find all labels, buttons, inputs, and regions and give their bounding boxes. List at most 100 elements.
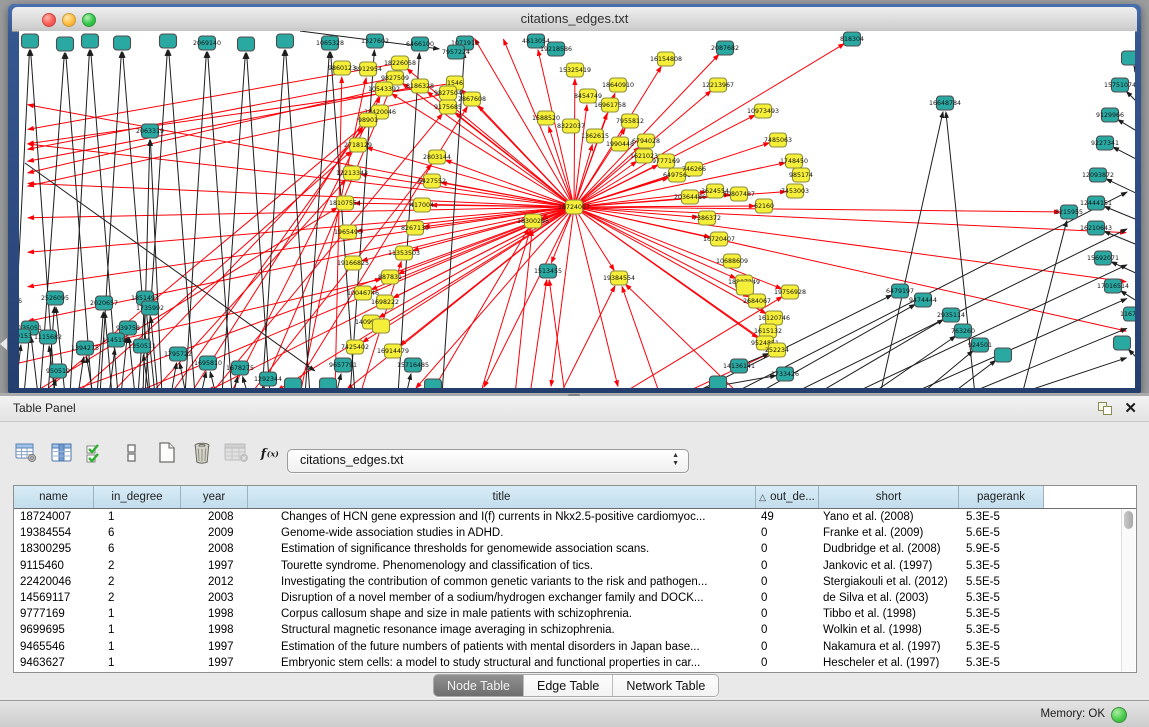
graph-node[interactable]: 1362615 — [581, 129, 609, 143]
graph-node[interactable] — [160, 34, 177, 48]
graph-node[interactable] — [320, 378, 337, 388]
table-row[interactable]: 946554611997Estimation of the future num… — [14, 639, 1136, 655]
table-row[interactable]: 977716911998Corpus callosum shape and si… — [14, 606, 1136, 622]
graph-node[interactable]: 15751074 — [1104, 78, 1135, 92]
column-header-short[interactable]: short — [819, 486, 959, 508]
delete-table-icon[interactable] — [224, 440, 250, 466]
graph-node[interactable]: 62160 — [754, 199, 774, 213]
graph-node[interactable]: 16120746 — [758, 311, 790, 325]
graph-node[interactable]: 98901 — [358, 113, 378, 127]
graph-node[interactable]: 1513455 — [534, 264, 562, 278]
graph-node[interactable]: 1748450 — [780, 154, 808, 168]
graph-node[interactable]: 7453003 — [781, 184, 809, 198]
graph-node[interactable] — [22, 34, 39, 48]
graph-node[interactable]: 7485063 — [764, 133, 792, 147]
table-settings-icon[interactable] — [14, 440, 40, 466]
memory-ok-indicator-icon[interactable] — [1111, 707, 1127, 723]
graph-node[interactable]: 985174 — [789, 168, 813, 182]
float-panel-icon[interactable] — [1098, 402, 1111, 415]
graph-node[interactable]: 950519 — [46, 364, 70, 378]
graph-node[interactable]: 16648784 — [929, 96, 961, 110]
graph-node[interactable]: 2526095 — [41, 291, 69, 305]
graph-node[interactable]: 1733426 — [771, 367, 799, 381]
graph-node[interactable]: 7425402 — [341, 340, 369, 354]
graph-node[interactable]: 6794028 — [632, 134, 660, 148]
function-builder-icon[interactable]: f (x) — [259, 440, 285, 466]
collapse-panel-arrow-icon[interactable] — [0, 338, 7, 350]
graph-node[interactable]: 8454749 — [574, 89, 602, 103]
table-row[interactable]: 1872400712008Changes of HCN gene express… — [14, 509, 1136, 525]
graph-node[interactable]: 1065328 — [316, 36, 344, 50]
graph-node[interactable]: 18226058 — [384, 56, 416, 70]
table-row[interactable]: 911546021997Tourette syndrome. Phenomeno… — [14, 558, 1136, 574]
select-all-rows-icon[interactable] — [84, 440, 110, 466]
graph-node[interactable] — [1122, 51, 1136, 65]
graph-node[interactable] — [1114, 336, 1131, 350]
graph-node[interactable]: 15325419 — [559, 63, 591, 77]
table-row[interactable]: 969969511998Structural magnetic resonanc… — [14, 622, 1136, 638]
column-header-out_de[interactable]: △out_de... — [756, 486, 819, 508]
window-titlebar[interactable]: citations_edges.txt — [12, 7, 1137, 32]
graph-node[interactable]: 16720407 — [703, 232, 735, 246]
graph-node[interactable]: 6466100 — [406, 37, 434, 51]
graph-node[interactable]: 924501 — [968, 338, 992, 352]
graph-node[interactable]: 10973493 — [747, 104, 779, 118]
graph-node[interactable] — [285, 378, 302, 388]
graph-node[interactable]: 911546 — [19, 294, 22, 308]
table-row[interactable]: 946362711997Embryonic stem cells: a mode… — [14, 655, 1136, 671]
graph-node[interactable]: 19384554 — [603, 271, 635, 285]
graph-node[interactable]: 887831 — [378, 270, 402, 284]
graph-node[interactable]: 15716485 — [397, 358, 429, 372]
graph-node[interactable]: 2020657 — [90, 296, 118, 310]
graph-node[interactable] — [373, 319, 390, 333]
graph-node[interactable]: 2803144 — [423, 150, 451, 164]
tab-node-table[interactable]: Node Table — [434, 675, 524, 696]
graph-node[interactable]: 10688609 — [716, 254, 748, 268]
graph-node[interactable]: 7955812 — [616, 114, 644, 128]
graph-node[interactable]: 39153 — [19, 329, 32, 343]
graph-node[interactable] — [737, 281, 754, 295]
tab-network-table[interactable]: Network Table — [613, 675, 718, 696]
graph-node[interactable] — [995, 348, 1012, 362]
table-row[interactable]: 2242004622012Investigating the contribut… — [14, 574, 1136, 590]
scrollbar-thumb[interactable] — [1124, 511, 1133, 529]
new-file-icon[interactable] — [154, 440, 180, 466]
graph-node[interactable]: 19166825 — [337, 256, 369, 270]
close-panel-icon[interactable]: ✕ — [1124, 399, 1137, 417]
graph-node[interactable]: 417004 — [410, 198, 434, 212]
graph-node[interactable]: 1588520 — [532, 111, 560, 125]
graph-node[interactable]: 8322037 — [557, 119, 585, 133]
graph-node[interactable]: 16914479 — [377, 344, 409, 358]
graph-node[interactable]: 746266 — [682, 162, 706, 176]
graph-node[interactable]: 18640910 — [602, 78, 634, 92]
graph-node[interactable]: 9129966 — [1096, 108, 1124, 122]
table-selector-dropdown[interactable]: citations_edges.txt ▲▼ — [287, 449, 689, 473]
graph-node[interactable] — [710, 376, 727, 388]
graph-node[interactable]: 818304 — [840, 32, 864, 46]
graph-node[interactable]: 116753 — [1120, 307, 1135, 321]
graph-node[interactable] — [82, 34, 99, 48]
delete-rows-icon[interactable] — [189, 440, 215, 466]
column-header-name[interactable]: name — [14, 486, 94, 508]
column-header-pagerank[interactable]: pagerank — [959, 486, 1044, 508]
graph-node[interactable]: 8186328 — [406, 79, 434, 93]
graph-node[interactable]: 2069140 — [193, 36, 221, 50]
column-header-title[interactable]: title — [248, 486, 756, 508]
create-column-icon[interactable] — [119, 440, 145, 466]
column-header-year[interactable]: year — [181, 486, 248, 508]
graph-node[interactable]: 2867608 — [458, 92, 486, 106]
graph-node[interactable]: 11353503 — [388, 246, 420, 260]
graph-node[interactable]: 763260 — [951, 324, 975, 338]
graph-node[interactable]: 2087682 — [711, 41, 739, 55]
table-row[interactable]: 1830029562008Estimation of significance … — [14, 541, 1136, 557]
graph-node[interactable]: 12213343 — [336, 166, 368, 180]
table-row[interactable]: 1456911722003Disruption of a novel membe… — [14, 590, 1136, 606]
graph-node[interactable]: 18107554 — [329, 196, 361, 210]
table-row[interactable]: 1938455462009Genome-wide association stu… — [14, 525, 1136, 541]
graph-node[interactable]: 8912954 — [354, 62, 382, 76]
graph-node[interactable]: 1394275 — [71, 341, 99, 355]
column-header-in_degree[interactable]: in_degree — [94, 486, 181, 508]
select-columns-icon[interactable] — [49, 440, 75, 466]
graph-node[interactable] — [57, 37, 74, 51]
graph-node[interactable] — [238, 37, 255, 51]
